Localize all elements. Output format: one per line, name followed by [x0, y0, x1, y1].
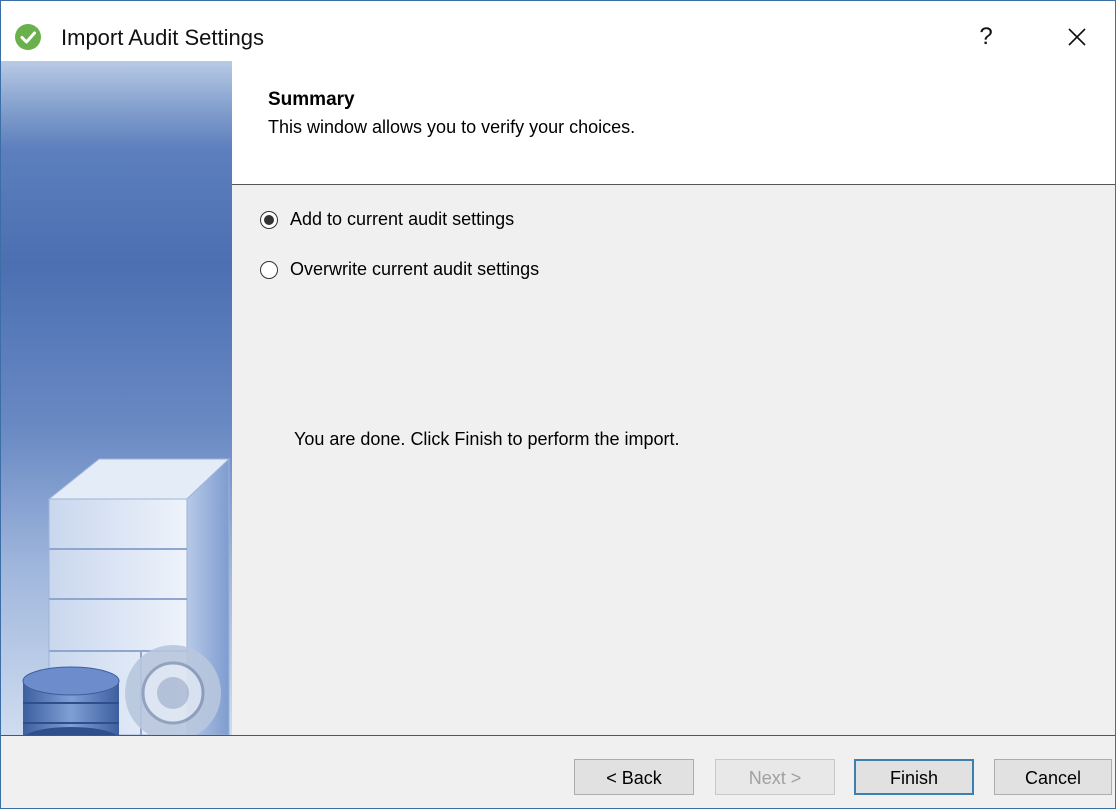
overwrite-radio-button[interactable] — [260, 260, 278, 279]
completion-message: You are done. Click Finish to perform th… — [294, 429, 680, 449]
add-radio-button[interactable] — [260, 210, 278, 229]
wizard-content: Add to current audit settings Overwrite … — [232, 185, 1115, 735]
database-server-illustration-icon — [22, 457, 231, 735]
page-subtitle: This window allows you to verify your ch… — [268, 117, 636, 137]
finish-button[interactable]: Finish — [854, 759, 974, 795]
wizard-side-banner — [1, 61, 232, 735]
title-bar: Import Audit Settings ? — [1, 1, 1115, 61]
overwrite-option-label: Overwrite current audit settings — [290, 259, 540, 279]
import-audit-settings-dialog: Import Audit Settings ? Summary This win… — [0, 0, 1116, 809]
next-button[interactable]: Next > — [715, 759, 835, 795]
page-title: Summary — [268, 89, 355, 110]
overwrite-current-option[interactable]: Overwrite current audit settings — [260, 259, 539, 280]
wizard-footer: < Back Next > Finish Cancel — [1, 736, 1115, 808]
close-button[interactable] — [1051, 19, 1103, 55]
add-to-current-option[interactable]: Add to current audit settings — [260, 209, 514, 230]
wizard-header: Summary This window allows you to verify… — [232, 61, 1115, 185]
help-button[interactable]: ? — [963, 19, 1009, 55]
window-title: Import Audit Settings — [61, 25, 264, 50]
green-check-circle-icon — [15, 24, 41, 50]
cancel-button[interactable]: Cancel — [994, 759, 1112, 795]
close-icon — [1068, 28, 1086, 46]
add-option-label: Add to current audit settings — [290, 209, 515, 229]
back-button[interactable]: < Back — [574, 759, 694, 795]
